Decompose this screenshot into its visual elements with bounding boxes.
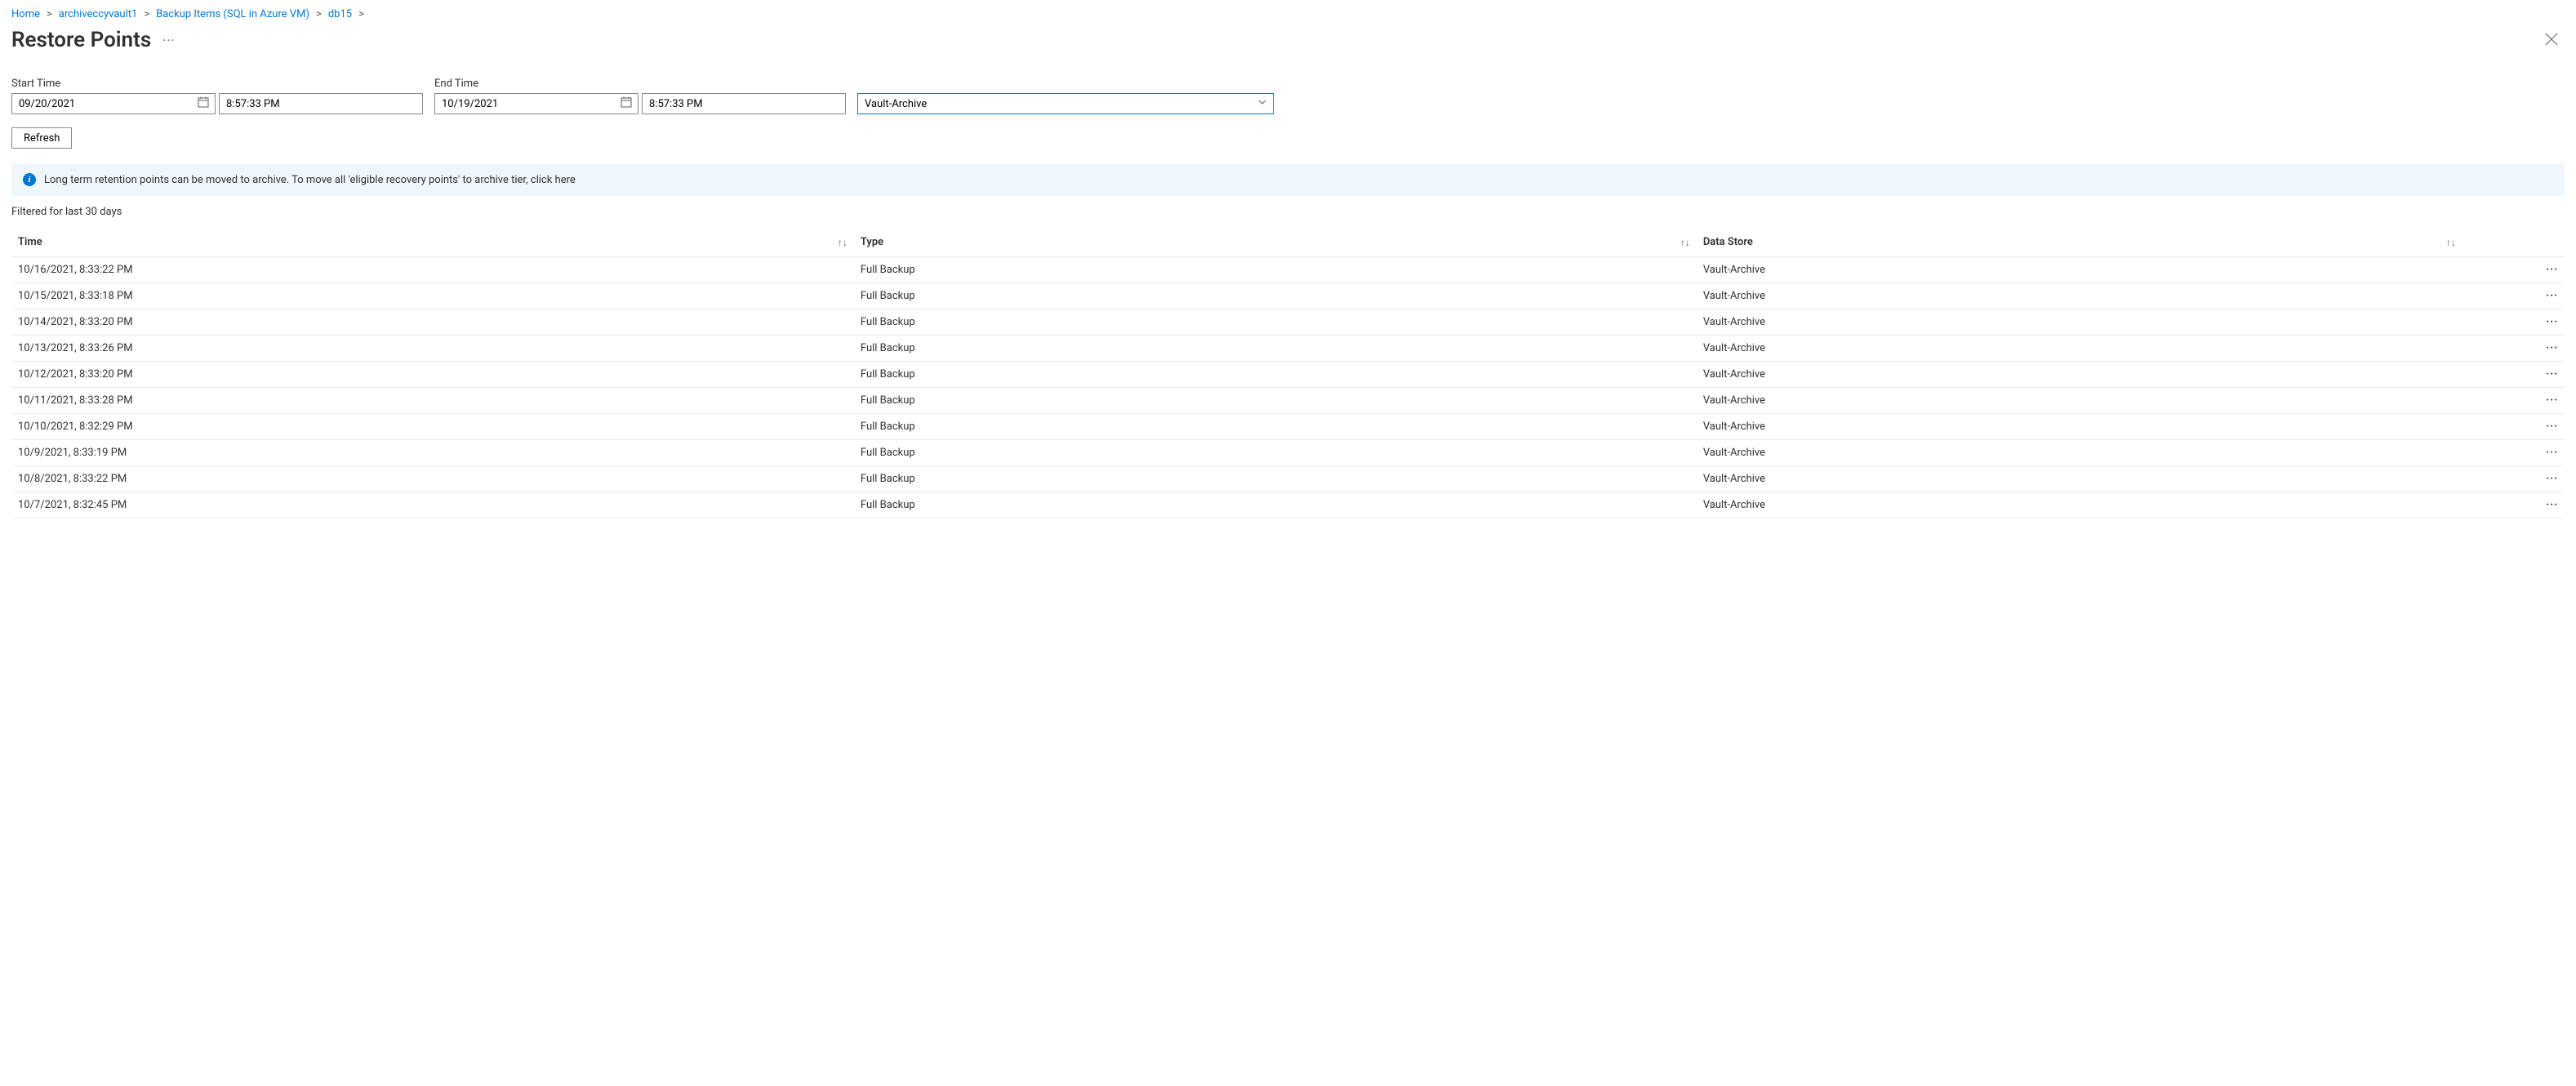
cell-time: 10/8/2021, 8:33:22 PM [11, 466, 854, 492]
start-date-field[interactable] [11, 93, 216, 114]
breadcrumb-link[interactable]: archiveccyvault1 [59, 8, 138, 20]
breadcrumb-link[interactable]: Backup Items (SQL in Azure VM) [156, 8, 309, 20]
start-date-input[interactable] [11, 93, 216, 114]
page-title: Restore Points [11, 28, 151, 52]
cell-store: Vault-Archive [1697, 283, 2463, 309]
cell-time: 10/7/2021, 8:32:45 PM [11, 492, 854, 519]
column-header-store[interactable]: Data Store ↑↓ [1697, 228, 2463, 257]
cell-store: Vault-Archive [1697, 414, 2463, 440]
row-actions-icon[interactable]: ··· [2469, 316, 2558, 328]
cell-time: 10/16/2021, 8:33:22 PM [11, 257, 854, 283]
cell-type: Full Backup [854, 414, 1697, 440]
tier-select-input[interactable] [857, 93, 1274, 114]
restore-points-table: Time ↑↓ Type ↑↓ Data Store ↑↓ 10/16/2021… [11, 228, 2565, 519]
end-date-input[interactable] [434, 93, 638, 114]
sort-icon[interactable]: ↑↓ [838, 237, 848, 248]
filter-caption: Filtered for last 30 days [11, 206, 2565, 218]
cell-time: 10/14/2021, 8:33:20 PM [11, 309, 854, 336]
row-actions-icon[interactable]: ··· [2469, 499, 2558, 511]
cell-type: Full Backup [854, 492, 1697, 519]
chevron-right-icon: > [358, 8, 364, 20]
end-date-field[interactable] [434, 93, 638, 114]
tier-group [857, 78, 1274, 114]
column-header-type[interactable]: Type ↑↓ [854, 228, 1697, 257]
info-banner-text: Long term retention points can be moved … [44, 174, 576, 186]
cell-store: Vault-Archive [1697, 257, 2463, 283]
start-time-group: Start Time [11, 78, 423, 114]
sort-icon[interactable]: ↑↓ [1680, 237, 1690, 248]
row-actions-icon[interactable]: ··· [2469, 473, 2558, 485]
cell-time: 10/13/2021, 8:33:26 PM [11, 336, 854, 362]
table-row[interactable]: 10/8/2021, 8:33:22 PMFull BackupVault-Ar… [11, 466, 2565, 492]
cell-store: Vault-Archive [1697, 388, 2463, 414]
close-icon[interactable] [2538, 27, 2565, 53]
cell-type: Full Backup [854, 388, 1697, 414]
tier-label [857, 78, 1274, 90]
row-actions-icon[interactable]: ··· [2469, 421, 2558, 433]
column-header-label: Data Store [1703, 236, 1753, 248]
table-row[interactable]: 10/11/2021, 8:33:28 PMFull BackupVault-A… [11, 388, 2565, 414]
sort-icon[interactable]: ↑↓ [2446, 237, 2456, 248]
more-actions-icon[interactable]: ··· [162, 33, 176, 48]
breadcrumb-link[interactable]: Home [11, 8, 40, 20]
cell-type: Full Backup [854, 362, 1697, 388]
cell-time: 10/9/2021, 8:33:19 PM [11, 440, 854, 466]
refresh-button[interactable]: Refresh [11, 127, 72, 149]
row-actions-icon[interactable]: ··· [2469, 342, 2558, 354]
end-time-group: End Time [434, 78, 846, 114]
row-actions-icon[interactable]: ··· [2469, 290, 2558, 302]
table-row[interactable]: 10/10/2021, 8:32:29 PMFull BackupVault-A… [11, 414, 2565, 440]
info-icon: i [23, 173, 36, 186]
column-header-label: Type [861, 236, 883, 248]
cell-store: Vault-Archive [1697, 336, 2463, 362]
row-actions-icon[interactable]: ··· [2469, 264, 2558, 276]
cell-store: Vault-Archive [1697, 440, 2463, 466]
cell-store: Vault-Archive [1697, 309, 2463, 336]
chevron-right-icon: > [144, 8, 149, 20]
chevron-right-icon: > [316, 8, 322, 20]
cell-type: Full Backup [854, 336, 1697, 362]
cell-time: 10/15/2021, 8:33:18 PM [11, 283, 854, 309]
cell-store: Vault-Archive [1697, 362, 2463, 388]
row-actions-icon[interactable]: ··· [2469, 368, 2558, 381]
start-time-label: Start Time [11, 78, 423, 90]
info-banner[interactable]: i Long term retention points can be move… [11, 163, 2565, 196]
column-header-label: Time [18, 236, 42, 248]
table-row[interactable]: 10/14/2021, 8:33:20 PMFull BackupVault-A… [11, 309, 2565, 336]
table-row[interactable]: 10/12/2021, 8:33:20 PMFull BackupVault-A… [11, 362, 2565, 388]
filter-bar: Start Time End Time [11, 78, 2565, 114]
cell-time: 10/11/2021, 8:33:28 PM [11, 388, 854, 414]
cell-type: Full Backup [854, 466, 1697, 492]
table-row[interactable]: 10/15/2021, 8:33:18 PMFull BackupVault-A… [11, 283, 2565, 309]
table-row[interactable]: 10/16/2021, 8:33:22 PMFull BackupVault-A… [11, 257, 2565, 283]
cell-time: 10/10/2021, 8:32:29 PM [11, 414, 854, 440]
cell-type: Full Backup [854, 309, 1697, 336]
cell-type: Full Backup [854, 257, 1697, 283]
column-header-time[interactable]: Time ↑↓ [11, 228, 854, 257]
table-row[interactable]: 10/13/2021, 8:33:26 PMFull BackupVault-A… [11, 336, 2565, 362]
tier-select[interactable] [857, 93, 1274, 114]
cell-store: Vault-Archive [1697, 492, 2463, 519]
chevron-right-icon: > [47, 8, 52, 20]
cell-type: Full Backup [854, 440, 1697, 466]
cell-store: Vault-Archive [1697, 466, 2463, 492]
end-time-input[interactable] [642, 93, 846, 114]
start-time-input[interactable] [219, 93, 423, 114]
table-row[interactable]: 10/9/2021, 8:33:19 PMFull BackupVault-Ar… [11, 440, 2565, 466]
breadcrumb: Home > archiveccyvault1 > Backup Items (… [11, 8, 2565, 20]
cell-time: 10/12/2021, 8:33:20 PM [11, 362, 854, 388]
cell-type: Full Backup [854, 283, 1697, 309]
title-bar: Restore Points ··· [11, 27, 2565, 53]
breadcrumb-link[interactable]: db15 [328, 8, 352, 20]
end-time-label: End Time [434, 78, 846, 90]
table-row[interactable]: 10/7/2021, 8:32:45 PMFull BackupVault-Ar… [11, 492, 2565, 519]
row-actions-icon[interactable]: ··· [2469, 394, 2558, 407]
row-actions-icon[interactable]: ··· [2469, 447, 2558, 459]
